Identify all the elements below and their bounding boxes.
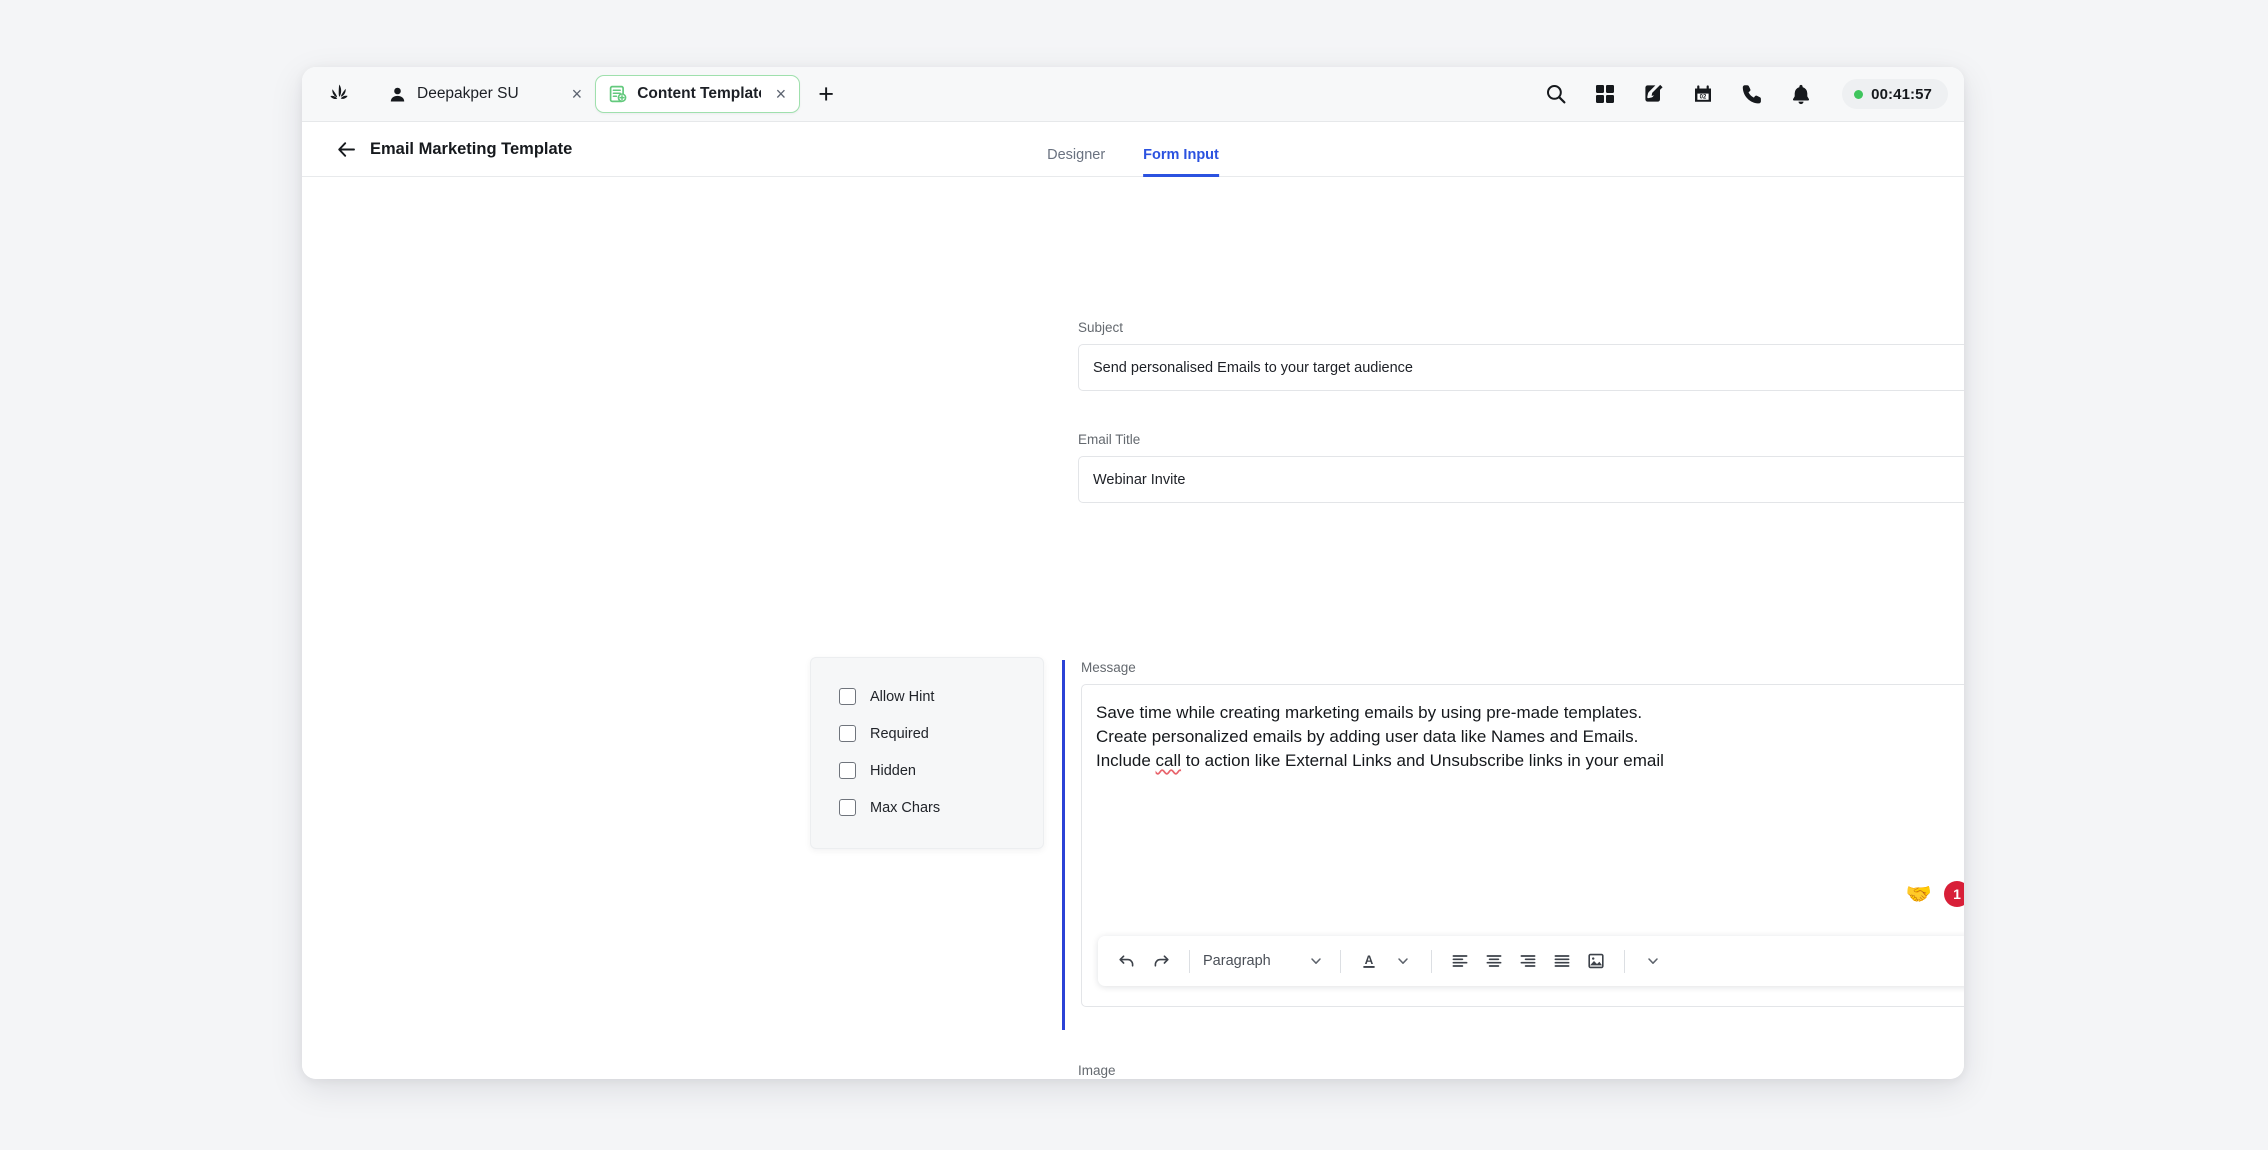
field-email-title: Email Title Webinar Invite — [1078, 432, 1964, 503]
new-tab-button[interactable]: + — [818, 80, 834, 108]
message-line-3-before: Include — [1096, 751, 1156, 770]
email-title-input[interactable]: Webinar Invite — [1078, 456, 1964, 503]
browser-tab-bar: Deepakper SU × Content Template Build × … — [302, 67, 1964, 122]
option-label: Required — [870, 725, 929, 742]
option-allow-hint[interactable]: Allow Hint — [811, 678, 1043, 715]
block-format-select[interactable]: Paragraph — [1203, 952, 1327, 970]
browser-tab-close-icon[interactable]: × — [773, 85, 790, 103]
message-editor[interactable]: Save time while creating marketing email… — [1081, 684, 1964, 1007]
calendar-day-number: 02 — [1700, 95, 1707, 101]
svg-text:A: A — [1365, 953, 1374, 967]
sprout-leaf-logo-icon[interactable] — [324, 79, 354, 109]
image-label: Image — [1078, 1063, 1116, 1078]
grid-apps-icon[interactable] — [1593, 82, 1617, 106]
search-icon[interactable] — [1544, 82, 1568, 106]
field-message: Message Save time while creating marketi… — [1062, 660, 1964, 1030]
message-editor-text[interactable]: Save time while creating marketing email… — [1096, 701, 1964, 773]
option-max-chars[interactable]: Max Chars — [811, 789, 1043, 826]
browser-tab-content-template-builder[interactable]: Content Template Build × — [595, 75, 801, 113]
timer-value: 00:41:57 — [1871, 85, 1932, 103]
handshake-emoji-icon[interactable]: 🤝 — [1906, 884, 1932, 905]
browser-tab-deepakper-su[interactable]: Deepakper SU × — [376, 75, 595, 113]
align-justify-icon[interactable] — [1547, 946, 1577, 976]
toolbar-separator — [1189, 949, 1190, 973]
arrow-left-icon[interactable] — [334, 137, 358, 161]
message-line-1: Save time while creating marketing email… — [1096, 703, 1643, 722]
insert-image-icon[interactable] — [1581, 946, 1611, 976]
timer-status-dot — [1854, 89, 1864, 99]
undo-arrow-icon[interactable] — [1112, 946, 1142, 976]
toolbar-more-chevron-down-icon[interactable] — [1638, 946, 1668, 976]
phone-icon[interactable] — [1740, 82, 1764, 106]
app-window: Deepakper SU × Content Template Build × … — [302, 67, 1964, 1079]
align-left-icon[interactable] — [1445, 946, 1475, 976]
compose-edit-icon[interactable] — [1642, 82, 1666, 106]
bell-notification-icon[interactable] — [1789, 82, 1813, 106]
email-title-label: Email Title — [1078, 432, 1141, 447]
option-required[interactable]: Required — [811, 715, 1043, 752]
browser-tab-close-icon[interactable]: × — [569, 85, 586, 103]
browser-toolbar-icons: 02 00:41:57 — [1544, 79, 1948, 109]
tab-designer[interactable]: Designer — [1047, 147, 1105, 177]
text-color-A-icon[interactable]: A — [1354, 946, 1384, 976]
align-center-icon[interactable] — [1479, 946, 1509, 976]
view-tabs: Designer Form Input — [1047, 123, 1219, 177]
page-title: Email Marketing Template — [370, 139, 573, 158]
block-format-value: Paragraph — [1203, 953, 1271, 969]
checkbox-required[interactable] — [839, 725, 856, 742]
tab-form-input[interactable]: Form Input — [1143, 147, 1219, 177]
option-label: Hidden — [870, 762, 916, 779]
subject-label: Subject — [1078, 320, 1124, 335]
session-timer: 00:41:57 — [1842, 79, 1948, 109]
align-right-icon[interactable] — [1513, 946, 1543, 976]
field-image: Image — [1078, 1063, 1191, 1079]
checkbox-allow-hint[interactable] — [839, 688, 856, 705]
browser-tab-label: Deepakper SU — [417, 85, 519, 102]
option-label: Allow Hint — [870, 688, 935, 705]
toolbar-separator — [1431, 949, 1432, 973]
field-subject: Subject Send personalised Emails to your… — [1078, 320, 1964, 391]
suggestion-count-badge[interactable]: 1 — [1944, 881, 1964, 907]
option-label: Max Chars — [870, 799, 941, 816]
message-label: Message — [1081, 660, 1136, 675]
browser-tab-label: Content Template Build — [637, 85, 761, 102]
option-hidden[interactable]: Hidden — [811, 752, 1043, 789]
message-line-2: Create personalized emails by adding use… — [1096, 727, 1639, 746]
field-options-panel: Allow Hint Required Hidden Max Chars — [810, 657, 1044, 849]
page-header: Email Marketing Template Designer Form I… — [302, 122, 1964, 177]
chevron-down-icon — [1307, 952, 1325, 970]
user-avatar-icon — [388, 85, 407, 104]
checkbox-hidden[interactable] — [839, 762, 856, 779]
editor-badges: 🤝 1 — [1906, 881, 1964, 907]
rich-text-toolbar: Paragraph A — [1098, 936, 1964, 986]
subject-input[interactable]: Send personalised Emails to your target … — [1078, 344, 1964, 391]
text-color-chevron-down-icon[interactable] — [1388, 946, 1418, 976]
redo-arrow-icon[interactable] — [1146, 946, 1176, 976]
checkbox-max-chars[interactable] — [839, 799, 856, 816]
message-line-3-after: to action like External Links and Unsubs… — [1181, 751, 1664, 770]
document-add-icon — [608, 85, 627, 104]
form-content-area: Subject Send personalised Emails to your… — [302, 177, 1964, 1079]
form-column: Subject Send personalised Emails to your… — [1078, 177, 1964, 503]
calendar-icon[interactable]: 02 — [1691, 82, 1715, 106]
toolbar-separator — [1624, 949, 1625, 973]
toolbar-separator — [1340, 949, 1341, 973]
message-misspelled-word: call — [1155, 751, 1182, 770]
